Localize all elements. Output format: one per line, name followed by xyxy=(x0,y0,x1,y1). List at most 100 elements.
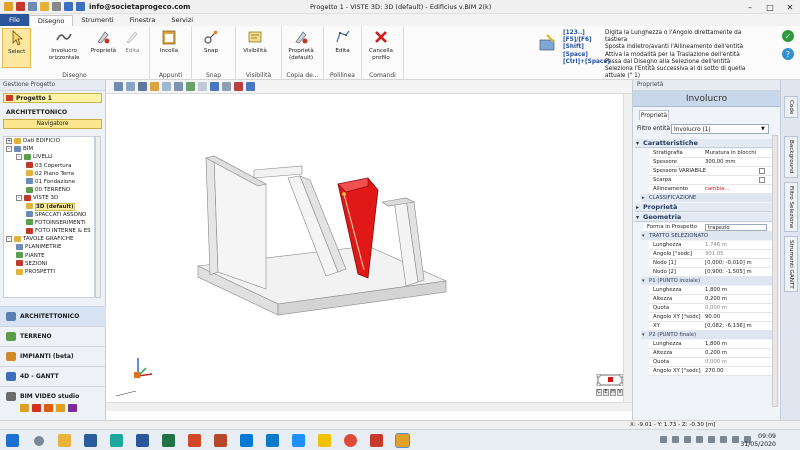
excel-icon[interactable] xyxy=(162,434,175,447)
taskbar-app-icon[interactable] xyxy=(84,434,97,447)
view-tool-icon[interactable] xyxy=(210,82,219,91)
redo-icon[interactable] xyxy=(76,2,85,11)
open-folder-icon[interactable] xyxy=(28,2,37,11)
properties-scrollbar[interactable] xyxy=(772,135,778,407)
search-icon[interactable] xyxy=(34,436,44,446)
share-icon[interactable] xyxy=(234,82,243,91)
section-geometria[interactable]: Geometria xyxy=(635,213,773,222)
clock[interactable]: 09:09 31/05/2020 xyxy=(740,433,776,448)
forma-prospetto-row[interactable]: Forma in Prospetto trapezio xyxy=(643,223,773,232)
tree-node[interactable]: 01 Fondazione xyxy=(4,178,94,186)
forma-select[interactable]: trapezio xyxy=(705,223,767,231)
view-tool-icon[interactable] xyxy=(126,82,135,91)
move-icon[interactable] xyxy=(246,82,255,91)
property-row[interactable]: Angolo XY [°sodc] 90.00 xyxy=(649,313,773,322)
view-cube[interactable]: C E H V xyxy=(596,373,624,396)
property-row[interactable]: Lunghezza 1,800 m xyxy=(649,286,773,295)
subsection-p1[interactable]: P1 (PUNTO iniziale) xyxy=(641,277,773,285)
tree-node[interactable]: PIANTE xyxy=(4,252,94,260)
tab-finestra[interactable]: Finestra xyxy=(122,15,164,26)
taskbar-app-icon[interactable] xyxy=(370,434,383,447)
project-name[interactable]: Progetto 1 xyxy=(3,93,102,103)
collapse-icon[interactable]: - xyxy=(16,194,22,201)
property-checkbox[interactable] xyxy=(759,177,765,183)
tree-node[interactable]: FOTO INTERNE & ES xyxy=(4,227,94,235)
view-letter-button[interactable]: C xyxy=(596,389,602,396)
tree-node[interactable]: + Dati EDIFICIO xyxy=(4,137,94,145)
close-icon[interactable]: ✕ xyxy=(780,0,800,14)
tab-proprieta[interactable]: Proprietà xyxy=(639,110,669,120)
tree-node[interactable]: - TAVOLE GRAFICHE xyxy=(4,235,94,243)
property-row[interactable]: Lunghezza 1,746 m xyxy=(649,241,773,250)
view-letter-button[interactable]: H xyxy=(610,389,616,396)
tree-node[interactable]: PLANIMETRIE xyxy=(4,243,94,251)
app-logo-icon[interactable] xyxy=(4,2,13,11)
tab-file[interactable]: File xyxy=(0,14,29,26)
word-icon[interactable] xyxy=(136,434,149,447)
expand-icon[interactable]: + xyxy=(6,137,12,144)
new-file-icon[interactable] xyxy=(40,2,49,11)
module-shortcut-icon[interactable] xyxy=(20,404,29,412)
side-tab-filtro-selezione[interactable]: Filtro Selezione xyxy=(784,182,798,232)
edificius-taskbar-icon[interactable] xyxy=(395,433,410,448)
maximize-icon[interactable]: □ xyxy=(760,0,780,14)
undo-icon[interactable] xyxy=(64,2,73,11)
outlook-icon[interactable] xyxy=(240,434,253,447)
minimize-icon[interactable]: – xyxy=(740,0,760,14)
taskbar-app-icon[interactable] xyxy=(318,434,331,447)
taskbar-app-icon[interactable] xyxy=(110,434,123,447)
view-tool-icon[interactable] xyxy=(162,82,171,91)
side-tab-strumenti-gantt[interactable]: Strumenti GANTT xyxy=(784,236,798,292)
3d-viewport[interactable]: C E H V xyxy=(106,94,632,402)
view-tool-icon[interactable] xyxy=(186,82,195,91)
module-shortcut-icon[interactable] xyxy=(44,404,53,412)
property-row[interactable]: Nodo [1] [0,000; -0,010] m xyxy=(649,259,773,268)
tree-node[interactable]: 03 Copertura xyxy=(4,162,94,170)
side-tab-code[interactable]: Code xyxy=(784,96,798,118)
module-4d-gantt[interactable]: 4D - GANTT xyxy=(0,366,106,386)
property-row[interactable]: Altezza 0,200 m xyxy=(649,349,773,358)
navigator-button[interactable]: Navigatore xyxy=(3,119,102,129)
property-row[interactable]: Spessore VARIABILE xyxy=(649,167,773,176)
tree-node[interactable]: SPACCATI ASSONO xyxy=(4,211,94,219)
collapse-icon[interactable]: - xyxy=(6,145,12,152)
property-row[interactable]: Stratigrafia Muratura in blocchi xyxy=(649,149,773,158)
ok-check-icon[interactable]: ✓ xyxy=(782,30,794,42)
tree-node[interactable]: PROSPETTI xyxy=(4,268,94,276)
edge-icon[interactable] xyxy=(292,434,305,447)
grip-handle[interactable] xyxy=(342,192,346,196)
tree-node[interactable]: FOTOINSERIMENTI xyxy=(4,219,94,227)
property-row[interactable]: Nodo [2] [0,900; -1,505] m xyxy=(649,268,773,277)
3d-model-canvas[interactable] xyxy=(106,94,632,402)
view-tool-icon[interactable] xyxy=(198,82,207,91)
save-icon[interactable] xyxy=(16,2,25,11)
taskbar-app-icon[interactable] xyxy=(266,434,279,447)
property-row[interactable]: Angolo XY [°sodc] 270.00 xyxy=(649,367,773,376)
section-caratteristiche[interactable]: Caratteristiche xyxy=(635,139,773,148)
file-explorer-icon[interactable] xyxy=(58,434,71,447)
tree-scrollbar[interactable] xyxy=(95,136,101,298)
module-bim-video[interactable]: BIM VIDEO studio xyxy=(0,386,106,406)
powerpoint-icon[interactable] xyxy=(188,434,201,447)
module-shortcut-icon[interactable] xyxy=(68,404,77,412)
view-cube-icon[interactable] xyxy=(596,373,624,387)
tray-icon[interactable] xyxy=(696,436,703,443)
module-terreno[interactable]: TERRENO xyxy=(0,326,106,346)
view-letter-button[interactable]: E xyxy=(603,389,609,396)
subsection-classificazione[interactable]: CLASSIFICAZIONE xyxy=(641,194,773,202)
tray-icon[interactable] xyxy=(708,436,715,443)
module-shortcut-icon[interactable] xyxy=(32,404,41,412)
viewport-horizontal-scrollbar[interactable] xyxy=(106,402,632,411)
collapse-icon[interactable]: - xyxy=(16,153,22,160)
section-proprieta[interactable]: Proprietà xyxy=(635,203,773,212)
help-question-icon[interactable]: ? xyxy=(782,48,794,60)
tree-node[interactable]: 02 Piano Terra xyxy=(4,170,94,178)
subsection-p2[interactable]: P2 (PUNTO finale) xyxy=(641,331,773,339)
tab-strumenti[interactable]: Strumenti xyxy=(73,15,121,26)
tree-node[interactable]: 3D (default) xyxy=(4,202,94,211)
subsection-tratto[interactable]: TRATTO SELEZIONATO xyxy=(641,232,773,240)
view-tool-icon[interactable] xyxy=(222,82,231,91)
property-checkbox[interactable] xyxy=(759,168,765,174)
print-icon[interactable] xyxy=(52,2,61,11)
property-row[interactable]: Spessore 300,00 mm xyxy=(649,158,773,167)
